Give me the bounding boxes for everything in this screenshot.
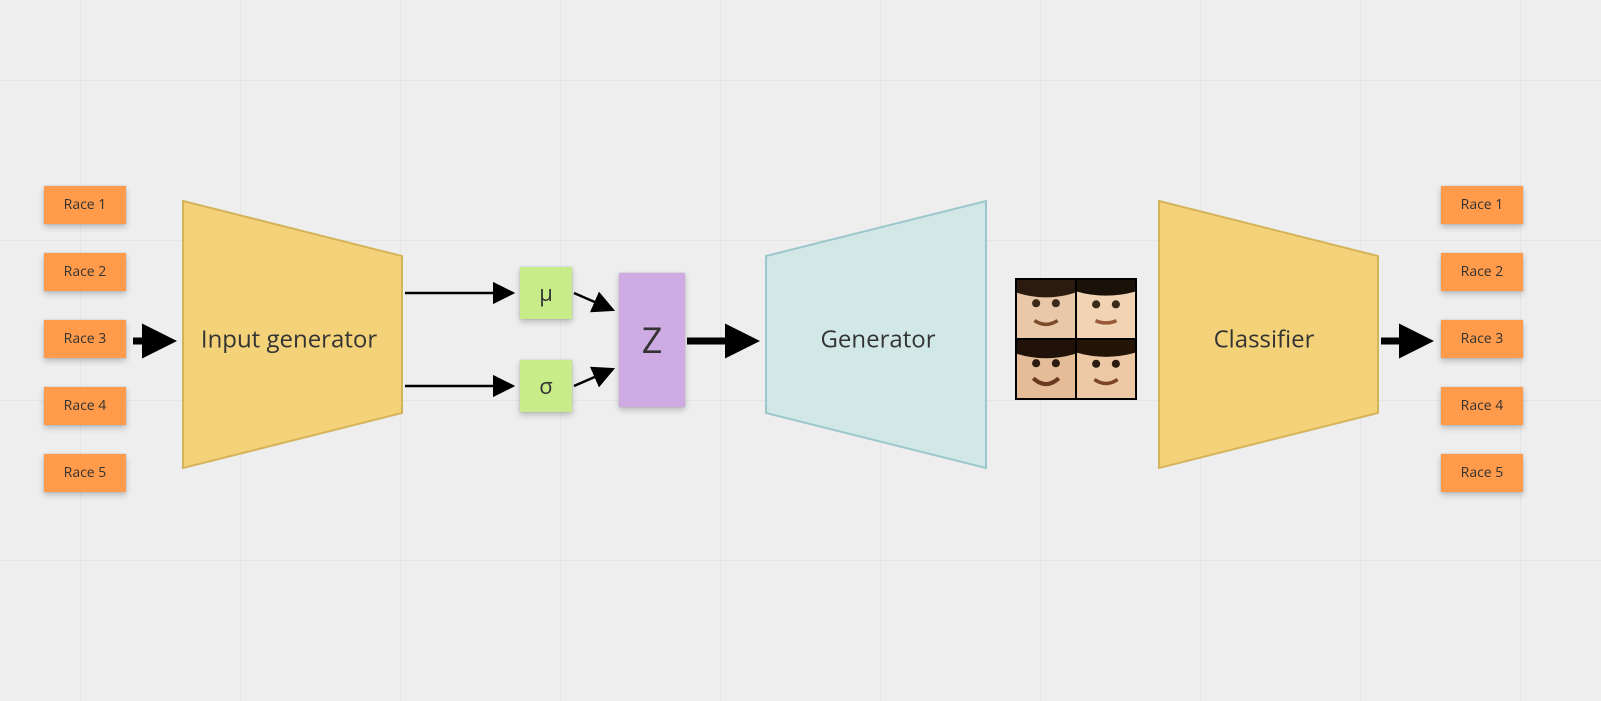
face-icon xyxy=(1077,280,1135,338)
input-label-3: Race 3 xyxy=(44,320,126,358)
input-label-4: Race 4 xyxy=(44,387,126,425)
input-label-5: Race 5 xyxy=(44,454,126,492)
output-label-1: Race 1 xyxy=(1441,186,1523,224)
z-block: Z xyxy=(619,273,685,407)
output-label-2: Race 2 xyxy=(1441,253,1523,291)
diagram-canvas: Input generator Generator Classifier Rac… xyxy=(0,0,1601,701)
output-label-5: Race 5 xyxy=(1441,454,1523,492)
sigma-block: σ xyxy=(520,360,572,412)
mu-block: μ xyxy=(520,267,572,319)
generator-label: Generator xyxy=(820,322,935,355)
output-label-3: Race 3 xyxy=(1441,320,1523,358)
input-label-2: Race 2 xyxy=(44,253,126,291)
arrow-sigma-to-z xyxy=(574,369,613,386)
input-label-1: Race 1 xyxy=(44,186,126,224)
output-label-4: Race 4 xyxy=(1441,387,1523,425)
generated-faces xyxy=(1015,278,1137,400)
arrow-mu-to-z xyxy=(574,293,613,310)
classifier-label: Classifier xyxy=(1214,322,1315,355)
shapes-layer: Input generator Generator Classifier xyxy=(0,0,1601,701)
face-icon xyxy=(1017,340,1075,398)
input-generator-block: Input generator xyxy=(183,201,402,468)
face-icon xyxy=(1077,340,1135,398)
input-generator-label: Input generator xyxy=(201,322,377,355)
face-icon xyxy=(1017,280,1075,338)
generator-block: Generator xyxy=(766,201,986,468)
classifier-block: Classifier xyxy=(1159,201,1378,468)
